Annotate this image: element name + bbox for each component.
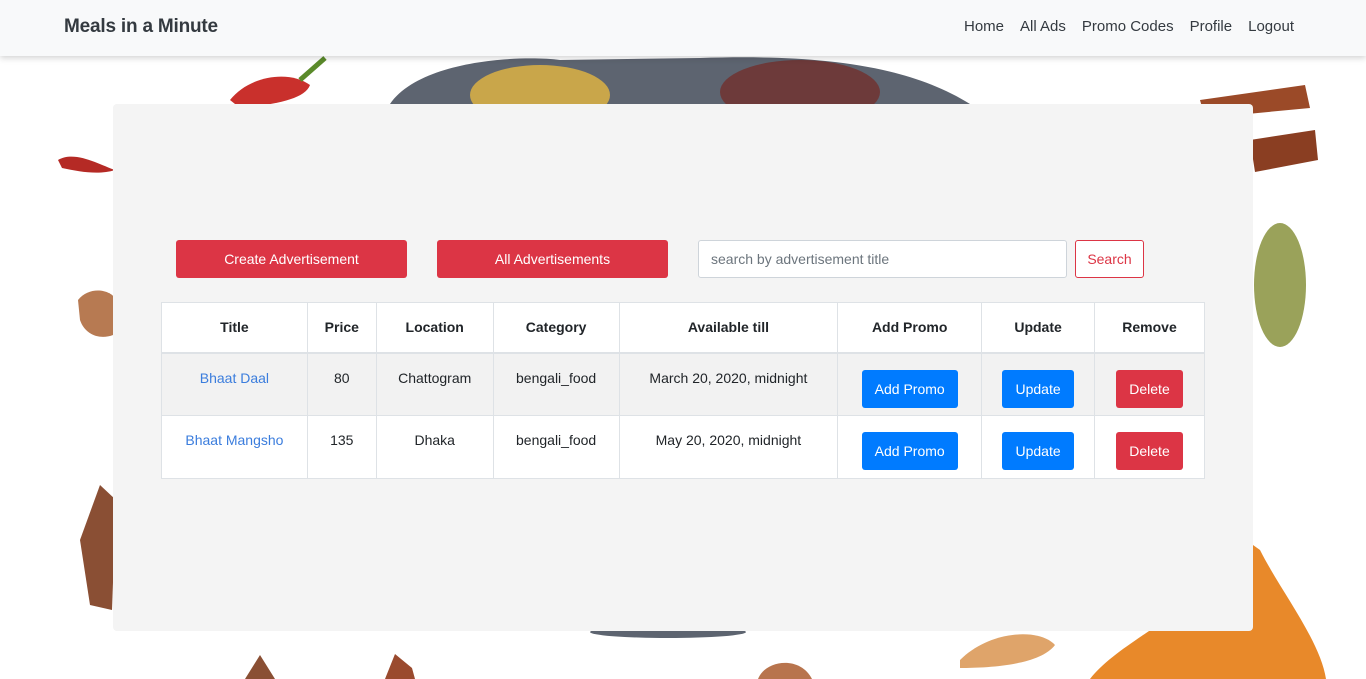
column-header-category: Category bbox=[492, 302, 620, 354]
nav-link-profile[interactable]: Profile bbox=[1190, 18, 1233, 35]
add-promo-button[interactable]: Add Promo bbox=[861, 369, 958, 408]
ad-category: bengali_food bbox=[492, 352, 620, 416]
column-header-price: Price bbox=[306, 302, 377, 354]
delete-button[interactable]: Delete bbox=[1116, 369, 1183, 408]
nav-link-all-ads[interactable]: All Ads bbox=[1020, 18, 1066, 35]
ad-title-link[interactable]: Bhaat Daal bbox=[200, 370, 269, 386]
column-header-title: Title bbox=[161, 302, 308, 354]
table-row: Bhaat Daal 80 Chattogram bengali_food Ma… bbox=[161, 352, 1205, 416]
update-button[interactable]: Update bbox=[1002, 369, 1074, 408]
nav-links: Home All Ads Promo Codes Profile Logout bbox=[964, 18, 1294, 35]
advertisements-table: Title Price Location Category Available … bbox=[161, 302, 1205, 479]
column-header-add-promo: Add Promo bbox=[837, 302, 983, 354]
column-header-location: Location bbox=[375, 302, 494, 354]
column-header-update: Update bbox=[981, 302, 1096, 354]
ad-category: bengali_food bbox=[492, 415, 620, 479]
search-button[interactable]: Search bbox=[1075, 240, 1144, 278]
nav-link-logout[interactable]: Logout bbox=[1248, 18, 1294, 35]
ad-location: Chattogram bbox=[375, 352, 494, 416]
table-row: Bhaat Mangsho 135 Dhaka bengali_food May… bbox=[161, 415, 1205, 479]
ad-available-till: March 20, 2020, midnight bbox=[618, 352, 839, 416]
create-advertisement-button[interactable]: Create Advertisement bbox=[176, 240, 407, 278]
ad-price: 135 bbox=[306, 415, 377, 479]
ad-location: Dhaka bbox=[375, 415, 494, 479]
ad-price: 80 bbox=[306, 352, 377, 416]
advertisements-panel: Create Advertisement All Advertisements … bbox=[113, 104, 1253, 631]
search-input[interactable] bbox=[698, 240, 1067, 278]
ad-title-link[interactable]: Bhaat Mangsho bbox=[185, 432, 283, 448]
ad-available-till: May 20, 2020, midnight bbox=[618, 415, 839, 479]
nav-link-promo-codes[interactable]: Promo Codes bbox=[1082, 18, 1174, 35]
update-button[interactable]: Update bbox=[1002, 432, 1074, 470]
table-header-row: Title Price Location Category Available … bbox=[161, 302, 1205, 354]
brand-logo[interactable]: Meals in a Minute bbox=[64, 16, 218, 38]
delete-button[interactable]: Delete bbox=[1116, 432, 1183, 470]
top-navbar: Meals in a Minute Home All Ads Promo Cod… bbox=[0, 0, 1366, 56]
column-header-available-till: Available till bbox=[618, 302, 839, 354]
column-header-remove: Remove bbox=[1094, 302, 1205, 354]
all-advertisements-button[interactable]: All Advertisements bbox=[437, 240, 668, 278]
add-promo-button[interactable]: Add Promo bbox=[861, 432, 958, 470]
nav-link-home[interactable]: Home bbox=[964, 18, 1004, 35]
